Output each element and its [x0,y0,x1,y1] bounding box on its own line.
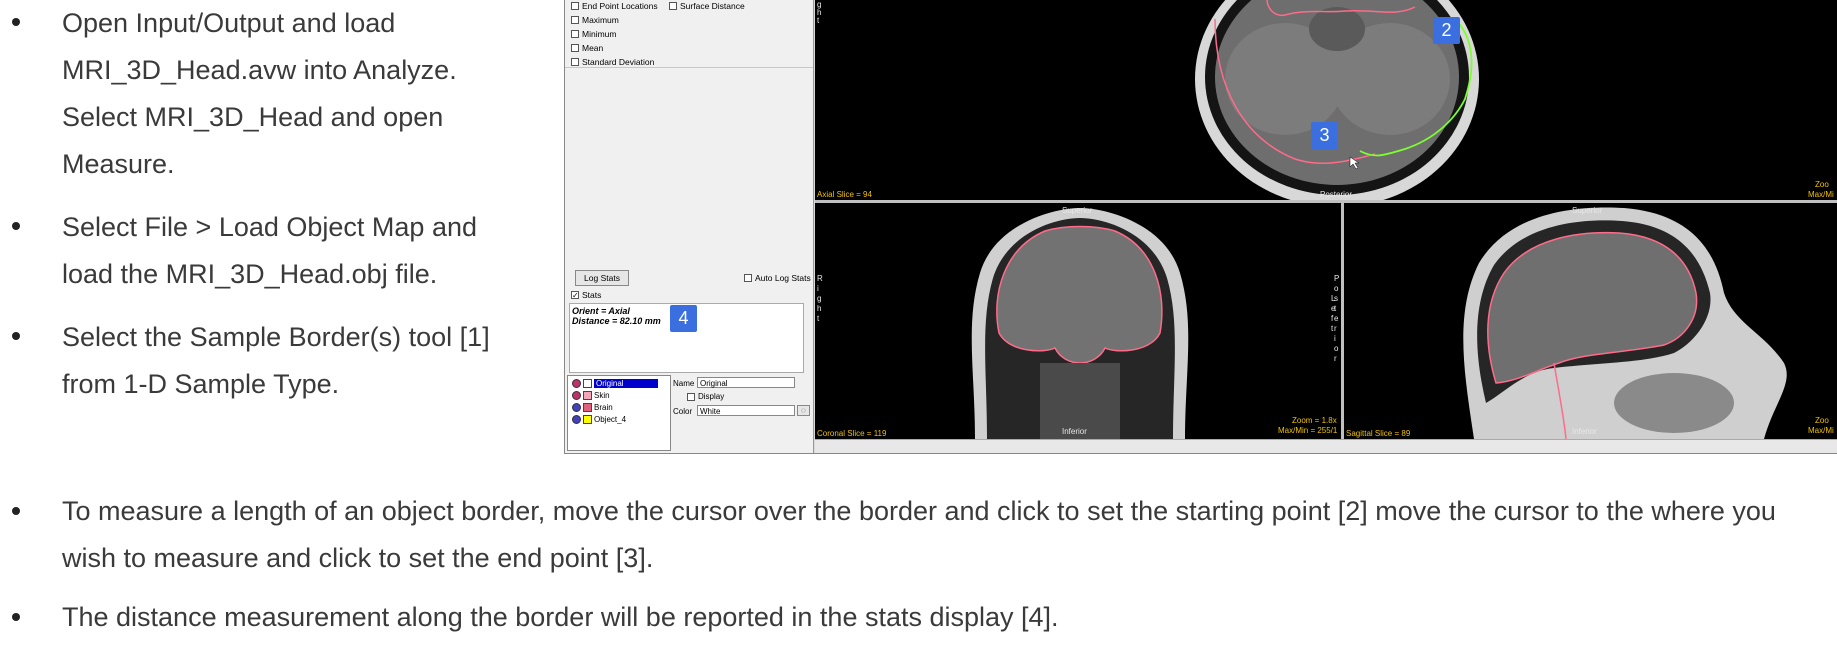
instructions-top-list: Open Input/Output and load MRI_3D_Head.a… [0,0,520,424]
coronal-maxmin-label: Max/Min = 255/1 [1278,426,1338,435]
object-row-object-4[interactable]: Object_4 [572,415,626,424]
image-views: 2 3 g h t Axial Slice = 94 Posterior Zoo… [815,0,1837,439]
color-swatch [583,379,592,388]
status-strip [815,439,1837,453]
axial-right-label: g h t [817,0,822,25]
sagittal-face [1614,373,1734,433]
checkbox[interactable] [571,2,579,10]
callout-3: 3 [1311,122,1338,149]
option-surface-distance[interactable]: Surface Distance [669,1,745,11]
object-row-original[interactable]: Original [572,379,658,388]
name-label: Name [673,379,695,388]
coronal-right-label: R i g h t [817,274,823,323]
instruction-item: The distance measurement along the borde… [0,594,1837,641]
coronal-slice-label: Coronal Slice = 119 [817,429,887,438]
sagittal-zoom-label: Zoo [1815,416,1829,425]
instruction-item: To measure a length of an object border,… [0,488,1837,582]
sagittal-view[interactable] [1344,203,1837,439]
color-swatch [583,403,592,412]
sagittal-maxmin-label: Max/Mi [1808,426,1834,435]
option-minimum[interactable]: Minimum [571,29,616,39]
checkbox[interactable] [571,58,579,66]
checkbox[interactable] [687,392,695,401]
callout-4: 4 [670,305,697,332]
auto-log-stats-toggle[interactable]: Auto Log Stats [744,273,811,283]
divider [565,67,813,68]
checkbox[interactable] [669,2,677,10]
checkbox[interactable] [571,30,579,38]
option-mean[interactable]: Mean [571,43,603,53]
option-end-point-locations[interactable]: End Point Locations [571,1,658,11]
coronal-zoom-label: Zoom = 1.8x [1292,416,1337,425]
checkbox[interactable] [571,16,579,24]
axial-slice-label: Axial Slice = 94 [817,190,872,199]
stats-toggle[interactable]: Stats [571,290,601,300]
analyze-screenshot: End Point Locations Surface Distance Max… [564,0,1837,454]
name-field[interactable]: Original [697,377,795,388]
instruction-item: Open Input/Output and load MRI_3D_Head.a… [0,0,520,188]
checkbox-checked[interactable] [571,291,579,299]
measure-panel: End Point Locations Surface Distance Max… [565,0,814,453]
color-picker-icon[interactable]: ◌ [797,405,810,416]
eye-icon[interactable] [572,391,581,400]
axial-view[interactable] [815,0,1837,200]
instructions-bottom-list: To measure a length of an object border,… [0,488,1837,653]
display-toggle[interactable]: Display [687,392,724,401]
coronal-superior-label: Superior [1062,206,1093,215]
checkbox[interactable] [571,44,579,52]
callout-2: 2 [1433,17,1460,44]
axial-posterior-label: Posterior [1320,190,1353,199]
eye-icon[interactable] [572,379,581,388]
axial-zoom-label: Zoo [1815,180,1829,189]
color-swatch [583,391,592,400]
instruction-item: Select File > Load Object Map and load t… [0,204,520,298]
option-maximum[interactable]: Maximum [571,15,619,25]
coronal-view[interactable] [815,203,1341,439]
object-row-brain[interactable]: Brain [572,403,613,412]
option-standard-deviation[interactable]: Standard Deviation [571,57,654,67]
checkbox[interactable] [744,274,752,282]
eye-icon[interactable] [572,415,581,424]
object-row-skin[interactable]: Skin [572,391,610,400]
color-field[interactable]: White [697,405,795,416]
color-swatch [583,415,592,424]
color-label: Color [673,407,693,416]
object-list[interactable]: Original Skin Brain Object_4 [567,375,671,451]
sagittal-slice-label: Sagittal Slice = 89 [1346,429,1411,438]
sagittal-inferior-label: Inferior [1572,427,1597,436]
object-properties: Name Original Display Color White ◌ [673,375,811,449]
log-stats-button[interactable]: Log Stats [575,270,629,286]
eye-icon[interactable] [572,403,581,412]
brainstem [1309,7,1365,51]
sagittal-posterior-label: P o s t e r i o r [1334,274,1340,363]
axial-maxmin-label: Max/Mi [1808,190,1834,199]
instruction-item: Select the Sample Border(s) tool [1] fro… [0,314,520,408]
coronal-inferior-label: Inferior [1062,427,1087,436]
sagittal-superior-label: Superior [1572,206,1603,215]
